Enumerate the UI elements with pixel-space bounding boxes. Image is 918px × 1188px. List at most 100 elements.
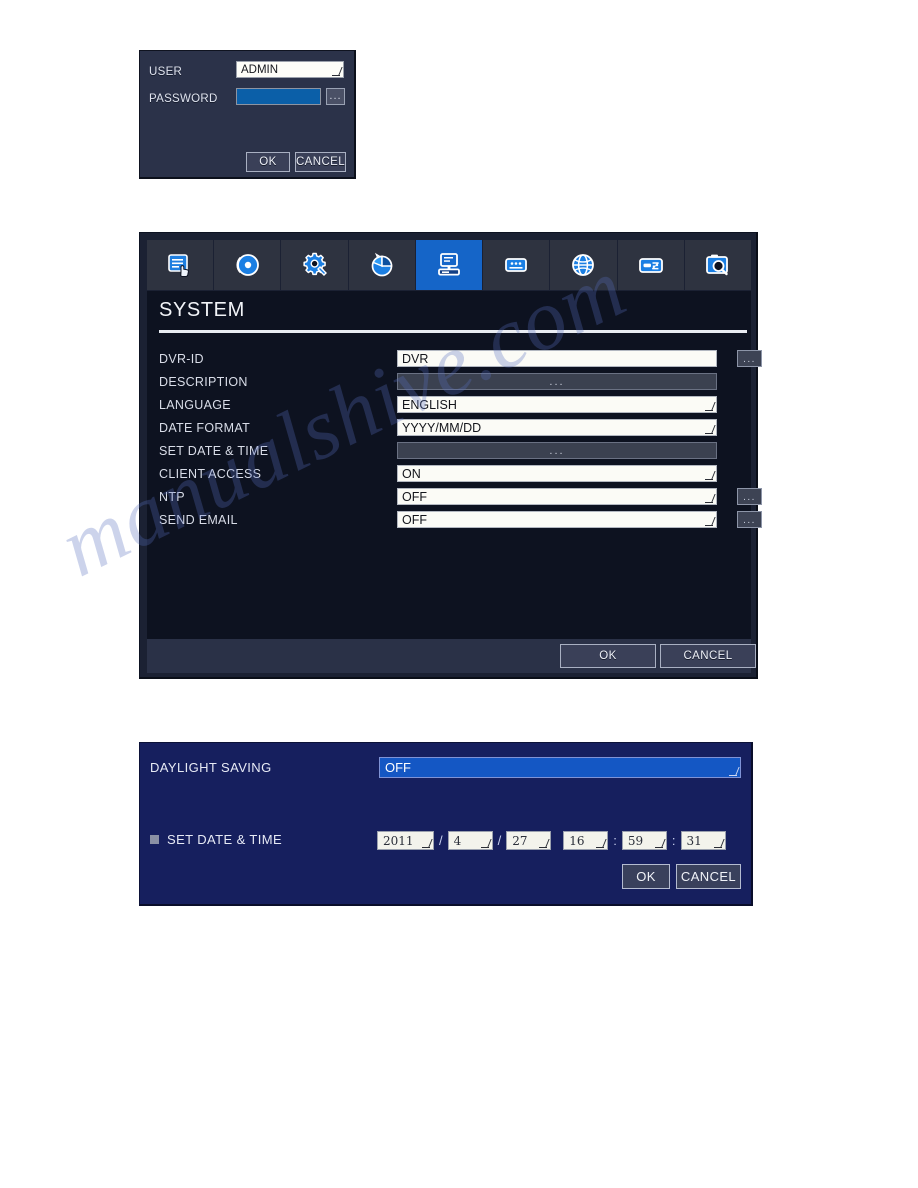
date-separator: / bbox=[439, 833, 443, 848]
system-setup-panel: SYSTEM DVR-ID DVR ... DESCRIPTION ... LA… bbox=[139, 232, 762, 679]
dropdown-arrow-icon bbox=[654, 839, 663, 848]
form-row-description: DESCRIPTION ... bbox=[159, 370, 747, 393]
disc-icon bbox=[232, 250, 262, 280]
value-language: ENGLISH bbox=[402, 397, 457, 412]
datetime-stepper-row: 2011 / 4 / 27 16 : 59 : 31 bbox=[377, 831, 726, 850]
dropdown-arrow-icon bbox=[704, 517, 713, 526]
record-setup-icon bbox=[165, 250, 195, 280]
day-value: 27 bbox=[512, 833, 528, 848]
value-ntp: OFF bbox=[402, 489, 427, 504]
field-dvr-id[interactable]: DVR bbox=[397, 350, 717, 367]
system-computer-icon bbox=[434, 250, 464, 280]
date-separator: / bbox=[497, 833, 502, 848]
field-client-access[interactable]: ON bbox=[397, 465, 717, 482]
minute-field[interactable]: 59 bbox=[621, 831, 667, 850]
system-cancel-button[interactable]: CANCEL bbox=[660, 644, 756, 668]
page-title: SYSTEM bbox=[159, 299, 245, 321]
set-date-time-checkbox-row[interactable]: SET DATE & TIME bbox=[150, 832, 282, 847]
daylight-saving-panel: DAYLIGHT SAVING OFF SET DATE & TIME 2011… bbox=[139, 742, 753, 906]
year-field[interactable]: 2011 bbox=[377, 831, 434, 850]
dropdown-arrow-icon bbox=[421, 839, 430, 848]
keypad-icon bbox=[501, 250, 531, 280]
daylight-cancel-button[interactable]: CANCEL bbox=[676, 864, 741, 889]
label-date-format: DATE FORMAT bbox=[159, 420, 251, 435]
system-form: DVR-ID DVR ... DESCRIPTION ... LANGUAGE … bbox=[159, 347, 762, 531]
password-label: PASSWORD bbox=[149, 93, 218, 105]
value-dvr-id: DVR bbox=[402, 351, 429, 366]
tab-network[interactable] bbox=[550, 240, 617, 290]
tab-backup[interactable] bbox=[617, 240, 684, 290]
label-send-email: SEND EMAIL bbox=[159, 512, 238, 527]
system-body: SYSTEM DVR-ID DVR ... DESCRIPTION ... LA… bbox=[147, 291, 762, 639]
tab-record-setup[interactable] bbox=[147, 240, 214, 290]
tab-search[interactable] bbox=[684, 240, 751, 290]
form-row-ntp: NTP OFF ... bbox=[159, 485, 762, 508]
field-language[interactable]: ENGLISH bbox=[397, 396, 717, 413]
label-set-date-time: SET DATE & TIME bbox=[167, 832, 283, 847]
form-row-dvr-id: DVR-ID DVR ... bbox=[159, 347, 762, 370]
send-email-ellipsis-button[interactable]: ... bbox=[737, 511, 762, 528]
backup-transfer-icon bbox=[636, 250, 666, 280]
dropdown-arrow-icon bbox=[704, 494, 713, 503]
year-value: 2011 bbox=[383, 833, 414, 848]
title-divider bbox=[159, 330, 747, 333]
system-ok-button[interactable]: OK bbox=[560, 644, 656, 668]
password-input[interactable] bbox=[236, 88, 321, 105]
label-client-access: CLIENT ACCESS bbox=[159, 466, 262, 481]
dropdown-arrow-icon bbox=[704, 402, 713, 411]
dropdown-arrow-icon bbox=[331, 67, 340, 76]
login-dialog: USER ADMIN PASSWORD ... OK CANCEL bbox=[139, 50, 356, 179]
month-value: 4 bbox=[453, 833, 462, 848]
field-set-date-time[interactable]: ... bbox=[397, 442, 717, 459]
field-description[interactable]: ... bbox=[397, 373, 717, 390]
value-send-email: OFF bbox=[402, 512, 427, 527]
tab-system[interactable] bbox=[415, 240, 483, 290]
label-set-date-time: SET DATE & TIME bbox=[159, 443, 269, 458]
hour-field[interactable]: 16 bbox=[563, 831, 609, 850]
ntp-ellipsis-button[interactable]: ... bbox=[737, 488, 762, 505]
label-ntp: NTP bbox=[159, 489, 185, 504]
minute-value: 59 bbox=[627, 833, 644, 848]
user-row: USER bbox=[149, 63, 182, 81]
login-cancel-button[interactable]: CANCEL bbox=[295, 152, 346, 172]
label-daylight-saving: DAYLIGHT SAVING bbox=[150, 760, 272, 775]
value-daylight-saving: OFF bbox=[385, 760, 411, 775]
dropdown-arrow-icon bbox=[538, 839, 548, 848]
value-date-format: YYYY/MM/DD bbox=[402, 420, 482, 435]
set-date-time-checkbox[interactable] bbox=[150, 835, 159, 844]
form-row-date-format: DATE FORMAT YYYY/MM/DD bbox=[159, 416, 747, 439]
form-row-language: LANGUAGE ENGLISH bbox=[159, 393, 747, 416]
page-root: manualshive.com USER ADMIN PASSWORD ... … bbox=[0, 0, 918, 1188]
tab-setup[interactable] bbox=[281, 240, 348, 290]
field-daylight-saving[interactable]: OFF bbox=[379, 757, 741, 778]
daylight-ok-button[interactable]: OK bbox=[622, 864, 670, 889]
field-send-email[interactable]: OFF bbox=[397, 511, 717, 528]
form-row-send-email: SEND EMAIL OFF ... bbox=[159, 508, 762, 531]
field-date-format[interactable]: YYYY/MM/DD bbox=[397, 419, 717, 436]
password-row: PASSWORD bbox=[149, 90, 218, 108]
label-dvr-id: DVR-ID bbox=[159, 351, 204, 366]
password-keypad-button[interactable]: ... bbox=[326, 88, 345, 105]
dropdown-arrow-icon bbox=[704, 471, 713, 480]
camera-search-icon bbox=[703, 250, 733, 280]
day-field[interactable]: 27 bbox=[506, 831, 552, 850]
tab-status[interactable] bbox=[348, 240, 415, 290]
second-field[interactable]: 31 bbox=[680, 831, 726, 850]
value-description: ... bbox=[549, 376, 565, 388]
setup-tabbar bbox=[147, 240, 751, 290]
dropdown-arrow-icon bbox=[480, 839, 489, 848]
tab-device[interactable] bbox=[483, 240, 550, 290]
field-ntp[interactable]: OFF bbox=[397, 488, 717, 505]
second-value: 31 bbox=[686, 833, 702, 848]
month-field[interactable]: 4 bbox=[447, 831, 493, 850]
user-label: USER bbox=[149, 66, 183, 78]
user-select[interactable]: ADMIN bbox=[236, 61, 344, 78]
tab-disc[interactable] bbox=[214, 240, 281, 290]
form-row-set-date-time: SET DATE & TIME ... bbox=[159, 439, 747, 462]
pie-chart-icon bbox=[367, 250, 397, 280]
dvr-id-ellipsis-button[interactable]: ... bbox=[737, 350, 762, 367]
login-ok-button[interactable]: OK bbox=[246, 152, 290, 172]
dropdown-arrow-icon bbox=[595, 839, 605, 848]
dropdown-arrow-icon bbox=[704, 425, 713, 434]
time-separator: : bbox=[671, 833, 676, 848]
